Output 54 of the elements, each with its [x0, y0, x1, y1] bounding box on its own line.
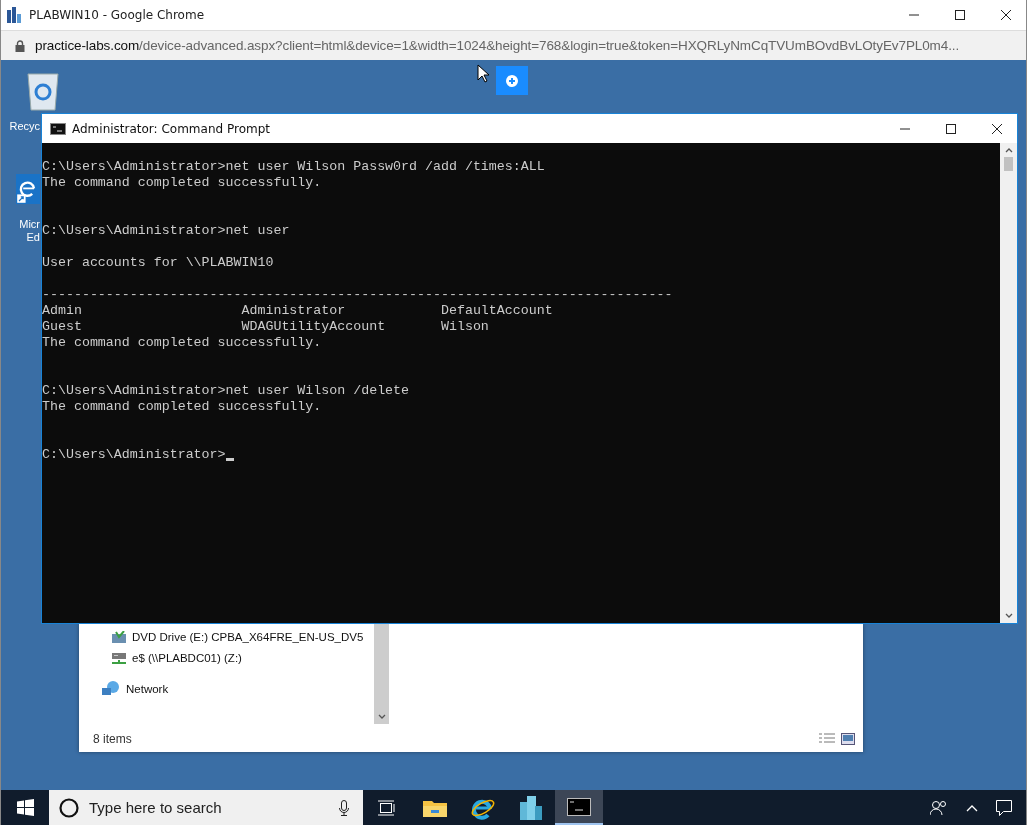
nav-item[interactable]: e$ (\\PLABDC01) (Z:) [112, 652, 374, 664]
logo-icon [7, 7, 21, 23]
window-title: PLABWIN10 - Google Chrome [29, 8, 206, 22]
desktop-icon-label[interactable]: Ed [26, 231, 40, 244]
url-text: practice-labs.com/device-advanced.aspx?client=html&device=1&width=1024&height=768&login=true&token=HXQRLyNmCqTVUmBOvdBvLOtyEv7PL0m4... [35, 38, 960, 53]
folder-icon [423, 798, 447, 817]
scroll-down-icon[interactable] [1004, 613, 1013, 619]
scroll-down-icon[interactable] [377, 714, 386, 720]
console-line: C:\Users\Administrator>net user Wilson Passw0rd /add /times:ALL [42, 159, 545, 175]
caret-icon[interactable] [966, 803, 978, 812]
nav-item[interactable]: Network [102, 681, 374, 697]
console-line: C:\Users\Administrator>net user [42, 223, 290, 239]
console-line: Admin Administrator DefaultAccount [42, 303, 553, 319]
search-icon [59, 797, 79, 818]
mouse-cursor-icon [477, 64, 489, 83]
scroll-up-icon[interactable] [1004, 147, 1013, 153]
notification-icon[interactable] [996, 799, 1012, 816]
console-line: ------------------------------------------------------------------------------- [42, 287, 673, 303]
close-icon[interactable] [1000, 9, 1012, 21]
console-icon [50, 122, 66, 135]
scrollbar[interactable] [1000, 143, 1017, 623]
address-bar[interactable]: practice-labs.com/device-advanced.aspx?client=html&device=1&width=1024&height=768&login=true&token=HXQRLyNmCqTVUmBOvdBvLOtyEv7PL0m4... [1, 30, 1026, 60]
console-line: C:\Users\Administrator> [42, 447, 226, 463]
maximize-icon[interactable] [954, 9, 966, 21]
status-text: 8 items [93, 732, 133, 746]
desktop-icon-label[interactable]: Recyc [9, 120, 40, 133]
network-icon [102, 681, 120, 697]
console-line: User accounts for \\PLABWIN10 [42, 255, 274, 271]
scrollbar-thumb[interactable] [1004, 157, 1013, 171]
microphone-icon[interactable] [339, 799, 349, 816]
console-line: The command completed successfully. [42, 399, 322, 415]
console-line: Guest WDAGUtilityAccount Wilson [42, 319, 489, 335]
console-line: The command completed successfully. [42, 335, 322, 351]
nav-item[interactable]: DVD Drive (E:) CPBA_X64FRE_EN-US_DV5 [112, 631, 374, 643]
plus-icon [506, 74, 518, 87]
windows-logo-icon [16, 799, 34, 816]
large-icons-view-icon[interactable] [841, 733, 855, 745]
window-title: Administrator: Command Prompt [72, 121, 271, 136]
building-icon [520, 795, 542, 820]
people-icon[interactable] [930, 799, 948, 816]
dvd-drive-icon [112, 631, 126, 643]
taskbar-app[interactable] [555, 790, 603, 825]
search-field[interactable]: Type here to search [49, 790, 363, 825]
desktop-icon-label[interactable]: Micr [19, 218, 40, 231]
maximize-icon[interactable] [945, 122, 957, 135]
lock-icon [15, 39, 25, 52]
scrollbar[interactable] [374, 624, 389, 724]
network-drive-icon [112, 652, 126, 664]
console-line: The command completed successfully. [42, 175, 322, 191]
console-line: C:\Users\Administrator>net user Wilson /delete [42, 383, 410, 399]
close-icon[interactable] [991, 122, 1003, 135]
toolbar-toggle-button[interactable] [496, 66, 528, 95]
task-view-icon [378, 799, 396, 816]
console-icon [567, 797, 591, 816]
